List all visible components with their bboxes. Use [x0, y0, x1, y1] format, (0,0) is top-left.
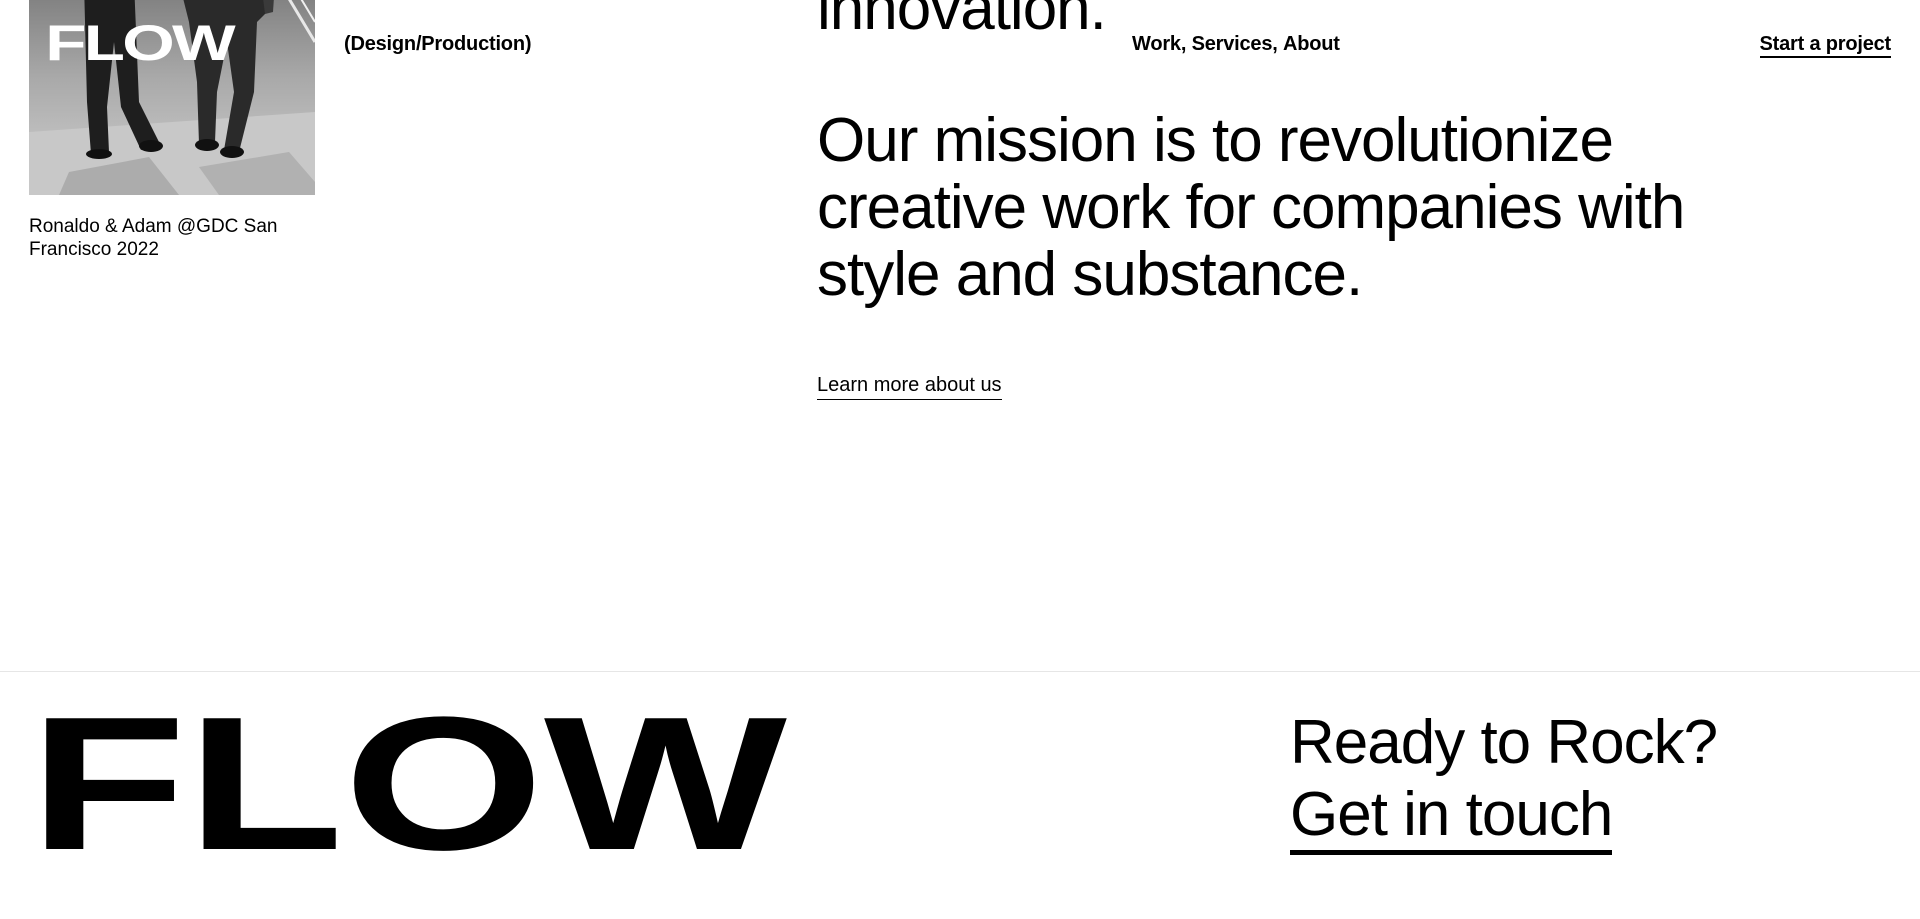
flow-logo[interactable]: FLOW [29, 708, 789, 853]
mission-statement: Our mission is to revolutionize creative… [817, 106, 1685, 309]
nav-item-services[interactable]: Services [1192, 33, 1273, 56]
nav-item-work[interactable]: Work [1132, 33, 1181, 56]
intro-heading: innovation. [817, 0, 1107, 43]
start-project-link[interactable]: Start a project [1759, 33, 1891, 58]
tagline: (Design/Production) [344, 33, 532, 55]
learn-more-link[interactable]: Learn more about us [817, 374, 1002, 400]
nav-separator: , [1180, 33, 1192, 55]
footer-divider [0, 671, 1920, 672]
photo-caption: Ronaldo & Adam @GDC San Francisco 2022 [29, 216, 278, 260]
photo-overlay-text: FLOW [45, 15, 235, 71]
main-nav: Work , Services , About [1132, 33, 1340, 56]
nav-separator: , [1272, 33, 1283, 55]
get-in-touch-link[interactable]: Get in touch [1290, 780, 1613, 855]
ready-heading: Ready to Rock? [1290, 708, 1718, 777]
page: FLOW Ronaldo & Adam @GDC San Francisco 2… [0, 0, 1920, 919]
flow-logo-text: FLOW [29, 708, 788, 853]
team-photo: FLOW [29, 0, 315, 195]
nav-item-about[interactable]: About [1283, 33, 1340, 56]
